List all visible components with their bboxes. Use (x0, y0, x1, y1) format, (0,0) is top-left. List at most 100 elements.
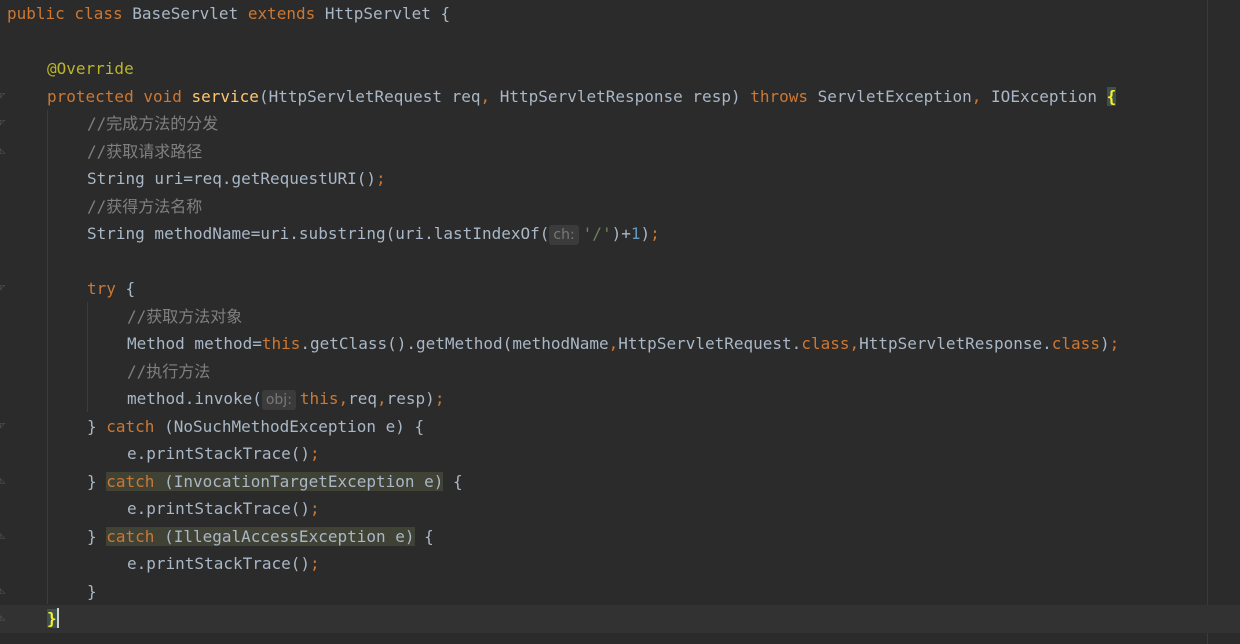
keyword: this (299, 389, 339, 408)
code-line[interactable]: ◺ } (0, 578, 1240, 606)
comma: , (608, 334, 619, 353)
code-text: Method method= (127, 334, 262, 353)
fold-gutter-icon[interactable]: ◸ (0, 283, 6, 293)
semicolon: ; (310, 554, 320, 573)
fold-gutter-icon[interactable]: ◸ (0, 421, 6, 431)
warning-highlight: (InvocationTargetException e) (154, 471, 444, 491)
keyword: public class (7, 4, 133, 23)
comma: , (338, 389, 349, 408)
override-gutter-icon[interactable]: ◸ (0, 91, 6, 101)
semicolon: ; (310, 499, 320, 518)
code-text: e.printStackTrace() (127, 554, 311, 573)
code-text: String methodName=uri.substring(uri.last… (87, 224, 550, 243)
keyword: protected void (47, 86, 192, 106)
code-line[interactable]: //获得方法名称 (0, 193, 1240, 221)
code-text: (HttpServletRequest req (258, 86, 481, 106)
code-text: method.invoke( (127, 389, 262, 408)
parameter-hint: ch: (549, 225, 579, 245)
code-line[interactable]: ◺ } catch (InvocationTargetException e) … (0, 468, 1240, 496)
keyword: class (801, 334, 850, 353)
code-line[interactable]: @Override (0, 55, 1240, 83)
matched-brace: } (47, 609, 57, 628)
code-editor[interactable]: public class BaseServlet extends HttpSer… (0, 0, 1240, 644)
code-text: )+ (611, 224, 631, 243)
comment: //获得方法名称 (87, 196, 203, 216)
semicolon: ; (1109, 334, 1120, 353)
code-line[interactable]: String methodName=uri.substring(uri.last… (0, 220, 1240, 248)
parameter-hint: obj: (261, 390, 296, 410)
keyword: catch (106, 416, 165, 436)
code-text: } (87, 471, 107, 491)
comment: //获取方法对象 (127, 306, 243, 326)
fold-gutter-icon[interactable]: ◸ (0, 118, 6, 128)
comma: , (480, 86, 500, 106)
code-text: ) (1099, 334, 1110, 353)
code-line[interactable]: public class BaseServlet extends HttpSer… (0, 0, 1240, 28)
semicolon: ; (375, 169, 386, 188)
semicolon: ; (310, 444, 320, 463)
keyword: class (1051, 334, 1100, 353)
code-text: IOException (991, 86, 1107, 106)
code-text: HttpServlet { (324, 4, 451, 23)
code-text: e.printStackTrace() (127, 499, 311, 518)
fold-gutter-icon[interactable]: ◺ (0, 586, 6, 596)
code-line[interactable]: Method method=this.getClass().getMethod(… (0, 330, 1240, 358)
code-text: { (125, 279, 136, 298)
code-text: ServletException (817, 86, 972, 106)
fold-gutter-icon[interactable]: ◺ (0, 476, 6, 486)
code-text: } (87, 581, 97, 601)
code-line[interactable]: e.printStackTrace(); (0, 550, 1240, 578)
current-code-line[interactable]: ◺ } (0, 605, 1240, 633)
warning-highlight: (IllegalAccessException e) (154, 526, 415, 546)
code-line[interactable]: ◸ try { (0, 275, 1240, 303)
keyword: this (261, 334, 301, 353)
code-text: ) (640, 224, 651, 243)
code-text: e.printStackTrace() (127, 444, 311, 463)
annotation: @Override (47, 59, 134, 78)
code-line[interactable]: e.printStackTrace(); (0, 440, 1240, 468)
code-line[interactable]: ◸ //完成方法的分发 (0, 110, 1240, 138)
code-line[interactable]: ◺ } catch (IllegalAccessException e) { (0, 523, 1240, 551)
comma: , (971, 86, 992, 106)
code-text: HttpServletResponse. (859, 334, 1052, 353)
comment: //执行方法 (127, 361, 211, 381)
code-text: HttpServletRequest. (618, 334, 802, 353)
text-caret (56, 608, 59, 628)
fold-gutter-icon[interactable]: ◺ (0, 613, 6, 623)
comma: , (377, 389, 387, 408)
code-text: .getClass().getMethod(methodName (300, 334, 609, 353)
code-text: String uri=req.getRequestURI() (87, 169, 376, 188)
keyword: try (87, 279, 126, 298)
fold-gutter-icon[interactable]: ◺ (0, 146, 6, 156)
comment: //获取请求路径 (87, 141, 203, 161)
warning-highlight: catch (106, 526, 155, 546)
code-line[interactable]: String uri=req.getRequestURI(); (0, 165, 1240, 193)
code-line[interactable]: method.invoke(obj: this,req,resp); (0, 385, 1240, 413)
code-line[interactable]: //获取方法对象 (0, 303, 1240, 331)
code-text: { (414, 526, 434, 546)
warning-highlight: catch (106, 471, 155, 491)
code-line[interactable]: ◺ //获取请求路径 (0, 138, 1240, 166)
code-text: HttpServletResponse resp) (499, 86, 751, 106)
matched-brace: { (1106, 86, 1117, 106)
code-text: } (87, 526, 107, 546)
method-name: service (191, 86, 259, 106)
code-line[interactable]: ◸ protected void service(HttpServletRequ… (0, 83, 1240, 111)
code-text: { (443, 471, 463, 491)
comment: //完成方法的分发 (87, 114, 219, 133)
semicolon: ; (434, 389, 445, 408)
code-line[interactable]: //执行方法 (0, 358, 1240, 386)
code-text: (NoSuchMethodException e) { (164, 416, 425, 436)
code-text: } (87, 416, 107, 436)
code-text: resp) (386, 389, 435, 408)
string-literal: '/' (582, 224, 612, 243)
class-name: BaseServlet (132, 4, 248, 23)
comma: , (849, 334, 860, 353)
keyword: extends (247, 4, 325, 23)
code-line[interactable]: e.printStackTrace(); (0, 495, 1240, 523)
code-line[interactable]: ◸ } catch (NoSuchMethodException e) { (0, 413, 1240, 441)
keyword: throws (750, 86, 818, 106)
fold-gutter-icon[interactable]: ◺ (0, 531, 6, 541)
semicolon: ; (650, 224, 660, 243)
code-text: req (348, 389, 377, 408)
